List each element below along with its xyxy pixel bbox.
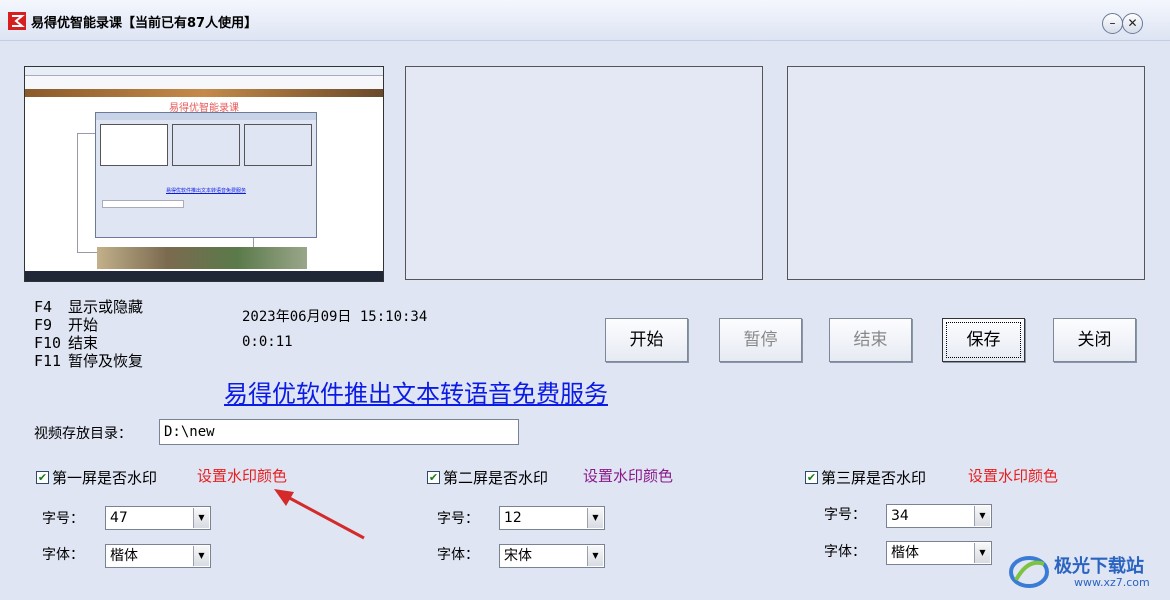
save-dir-input[interactable]: D:\new — [159, 419, 519, 445]
select-value: 楷体 — [891, 545, 919, 561]
watermark-swirl-icon — [1009, 556, 1049, 588]
pause-button[interactable]: 暂停 — [719, 318, 802, 362]
current-datetime: 2023年06月09日 15:10:34 — [242, 309, 428, 325]
screen2-font-label: 字体： — [437, 547, 479, 563]
screen2-font-select[interactable]: 宋体 ▼ — [499, 544, 605, 568]
preview-banner — [25, 89, 383, 97]
select-value: 47 — [110, 510, 128, 526]
save-dir-label: 视频存放目录： — [34, 426, 132, 442]
screen3-font-label: 字体： — [824, 544, 866, 560]
title-bar: 易得优智能录课【当前已有87人使用】 – ✕ — [0, 0, 1170, 41]
save-button[interactable]: 保存 — [942, 318, 1025, 362]
chevron-down-icon[interactable]: ▼ — [193, 508, 209, 528]
preview-app-pane-1 — [100, 124, 168, 166]
screen3-size-select[interactable]: 34 ▼ — [886, 504, 992, 528]
preview-app-window: 易得优软件推出文本转语音免费服务 — [95, 112, 317, 238]
stop-button[interactable]: 结束 — [829, 318, 912, 362]
preview-app-titlebar — [96, 113, 316, 120]
minimize-button[interactable]: – — [1102, 13, 1123, 34]
start-button[interactable]: 开始 — [605, 318, 688, 362]
screen1-watermark-checkbox[interactable]: ✔ — [36, 471, 49, 484]
preview-taskbar — [25, 271, 383, 281]
screen2-watermark-checkbox[interactable]: ✔ — [427, 471, 440, 484]
screen1-size-label: 字号： — [42, 511, 84, 527]
site-watermark-logo: 极光下载站 www.xz7.com — [1006, 548, 1166, 596]
close-window-button[interactable]: ✕ — [1122, 13, 1143, 34]
hotkey-desc: 暂停及恢复 — [68, 352, 144, 370]
screen-preview-3 — [787, 66, 1145, 280]
tts-promo-link[interactable]: 易得优软件推出文本转语音免费服务 — [224, 374, 608, 409]
select-value: 34 — [891, 508, 909, 524]
screen2-watermark-label: 第二屏是否水印 — [443, 469, 549, 487]
screen-preview-1: 易得优智能录课 易得优软件推出文本转语音免费服务 — [24, 66, 384, 282]
screen2-watermark-color-link[interactable]: 设置水印颜色 — [583, 465, 673, 486]
preview-browser-tabs — [25, 67, 383, 76]
screen3-watermark-label: 第三屏是否水印 — [821, 469, 927, 487]
app-logo-icon — [8, 12, 26, 30]
screen3-size-label: 字号： — [824, 507, 866, 523]
select-value: 宋体 — [504, 548, 532, 564]
hotkey-key: F11 — [34, 352, 62, 370]
screen1-font-select[interactable]: 楷体 ▼ — [105, 544, 211, 568]
screen3-font-select[interactable]: 楷体 ▼ — [886, 541, 992, 565]
preview-app-pane-3 — [244, 124, 312, 166]
chevron-down-icon[interactable]: ▼ — [587, 508, 603, 528]
preview-gallery-strip — [97, 247, 307, 269]
screen2-size-label: 字号： — [437, 511, 479, 527]
screen1-size-select[interactable]: 47 ▼ — [105, 506, 211, 530]
select-value: 12 — [504, 510, 522, 526]
elapsed-time: 0:0:11 — [242, 334, 293, 350]
screen-preview-2 — [405, 66, 763, 280]
chevron-down-icon[interactable]: ▼ — [587, 546, 603, 566]
screen3-watermark-checkbox[interactable]: ✔ — [805, 471, 818, 484]
screen2-size-select[interactable]: 12 ▼ — [499, 506, 605, 530]
screen1-watermark-label: 第一屏是否水印 — [52, 469, 158, 487]
screen1-font-label: 字体： — [42, 547, 84, 563]
close-button[interactable]: 关闭 — [1053, 318, 1136, 362]
annotation-arrow-icon — [274, 489, 365, 540]
preview-app-pane-2 — [172, 124, 240, 166]
select-value: 楷体 — [110, 548, 138, 564]
screen3-watermark-color-link[interactable]: 设置水印颜色 — [968, 465, 1058, 486]
watermark-site-name: 极光下载站 — [1054, 556, 1144, 577]
hotkey-f11: F11 暂停及恢复 — [34, 350, 143, 371]
window-title: 易得优智能录课【当前已有87人使用】 — [31, 16, 258, 31]
preview-app-link: 易得优软件推出文本转语音免费服务 — [165, 188, 246, 194]
chevron-down-icon[interactable]: ▼ — [974, 506, 990, 526]
preview-app-dir-field — [102, 200, 184, 208]
chevron-down-icon[interactable]: ▼ — [974, 543, 990, 563]
watermark-site-url: www.xz7.com — [1074, 576, 1150, 589]
chevron-down-icon[interactable]: ▼ — [193, 546, 209, 566]
